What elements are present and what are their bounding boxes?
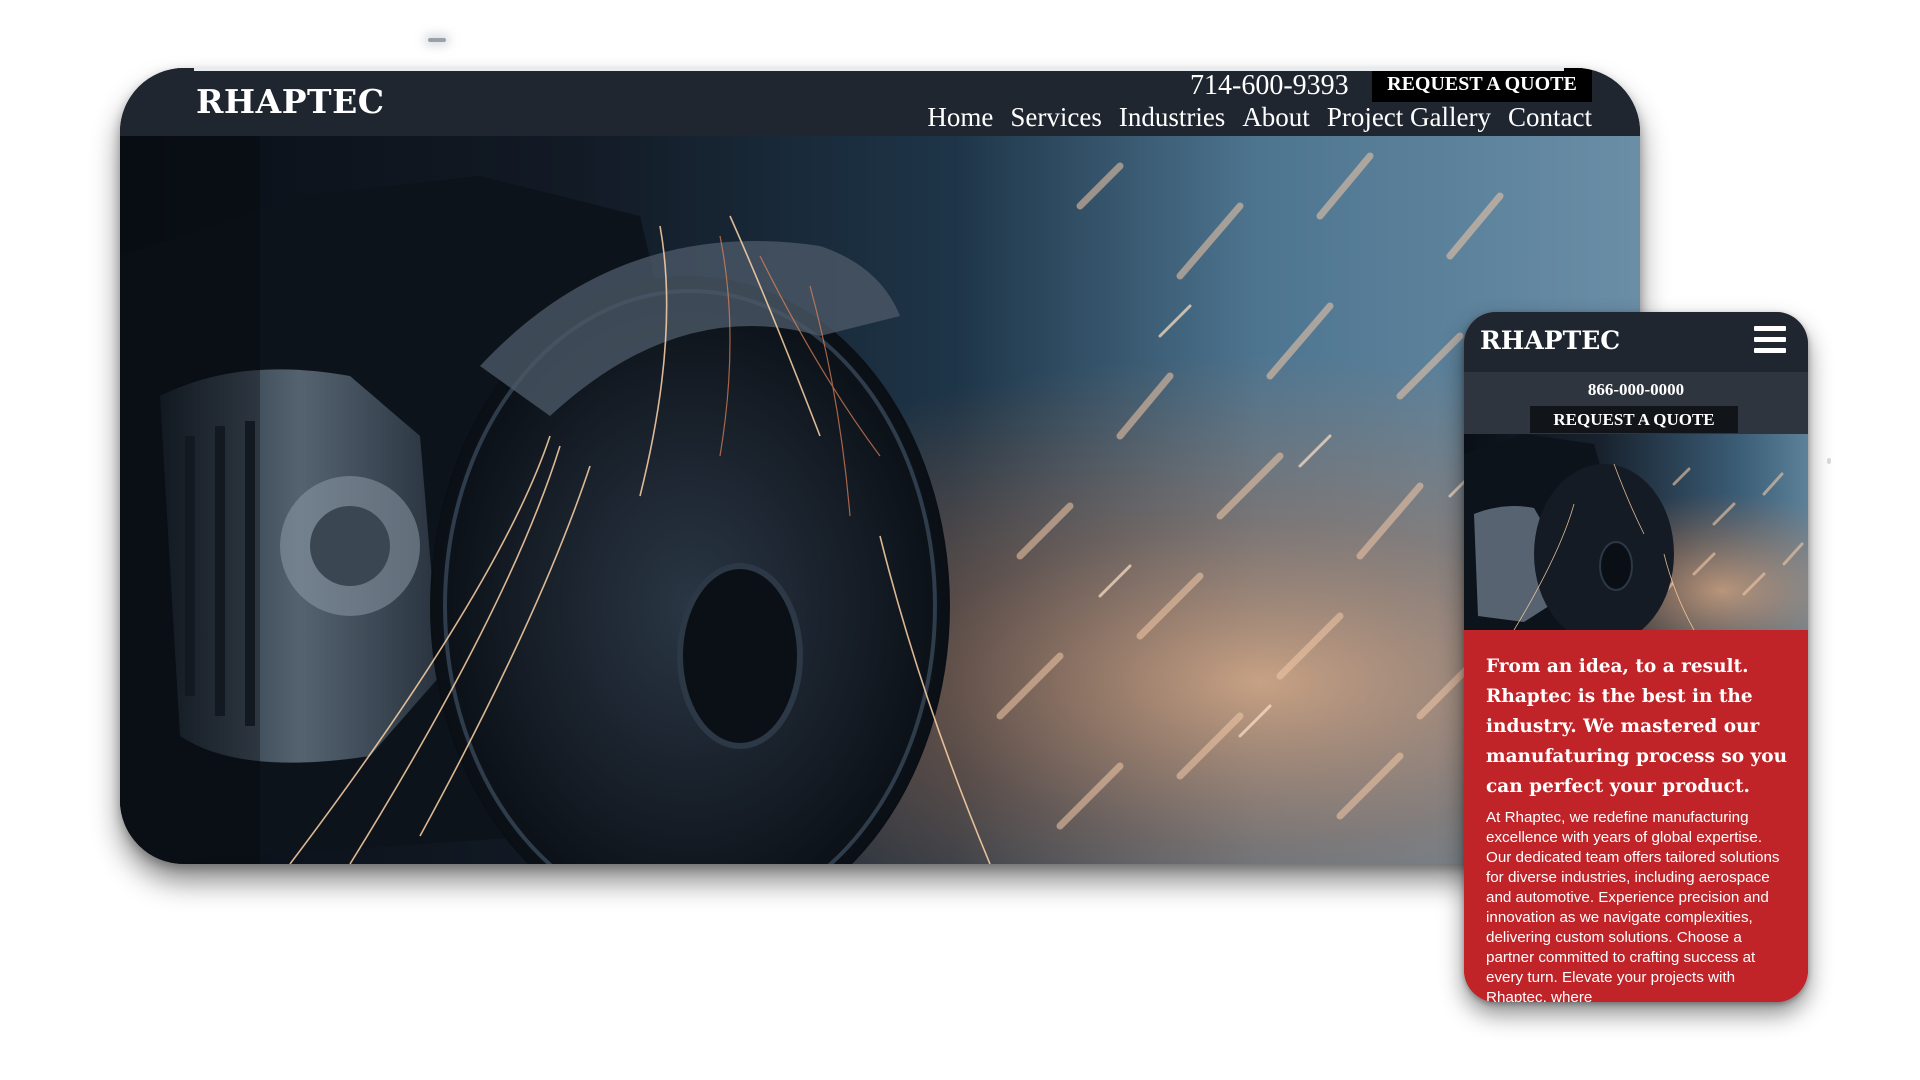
- mobile-intro-section: From an idea, to a result. Rhaptec is th…: [1464, 630, 1808, 1002]
- desktop-main-nav: Home Services Industries About Project G…: [927, 102, 1592, 133]
- desktop-header: RHAPTEC 714-600-9393 REQUEST A QUOTE Hom…: [120, 68, 1640, 136]
- mobile-header: RHAPTEC: [1464, 312, 1808, 372]
- nav-about[interactable]: About: [1242, 102, 1310, 133]
- mockup-stage: RHAPTEC 714-600-9393 REQUEST A QUOTE Hom…: [0, 0, 1920, 1080]
- desktop-phone-link[interactable]: 714-600-9393: [1190, 70, 1349, 102]
- mobile-intro-heading: From an idea, to a result. Rhaptec is th…: [1486, 656, 1788, 797]
- decorative-mark: [428, 38, 446, 42]
- mobile-phone-link[interactable]: 866-000-0000: [1464, 380, 1808, 400]
- desktop-logo[interactable]: RHAPTEC: [196, 82, 385, 121]
- nav-home[interactable]: Home: [927, 102, 993, 133]
- nav-industries[interactable]: Industries: [1119, 102, 1225, 133]
- nav-project-gallery[interactable]: Project Gallery: [1327, 102, 1491, 133]
- mobile-contact-bar: 866-000-0000 REQUEST A QUOTE: [1464, 372, 1808, 476]
- desktop-mockup: RHAPTEC 714-600-9393 REQUEST A QUOTE Hom…: [120, 68, 1640, 864]
- mobile-intro-body: At Rhaptec, we redefine manufacturing ex…: [1486, 809, 1780, 1002]
- mobile-hero-image: [1464, 434, 1808, 630]
- hamburger-menu-icon[interactable]: [1754, 326, 1786, 354]
- desktop-request-quote-button[interactable]: REQUEST A QUOTE: [1372, 68, 1592, 102]
- mobile-request-quote-button[interactable]: REQUEST A QUOTE: [1530, 406, 1738, 433]
- mobile-mockup: RHAPTEC 866-000-0000 REQUEST A QUOTE Fro…: [1464, 312, 1808, 1002]
- desktop-top-border: [194, 68, 1564, 71]
- nav-contact[interactable]: Contact: [1508, 102, 1592, 133]
- nav-services[interactable]: Services: [1010, 102, 1101, 133]
- desktop-hero-image: [120, 136, 1640, 864]
- decorative-dot: [1827, 458, 1831, 464]
- mobile-logo[interactable]: RHAPTEC: [1480, 326, 1620, 355]
